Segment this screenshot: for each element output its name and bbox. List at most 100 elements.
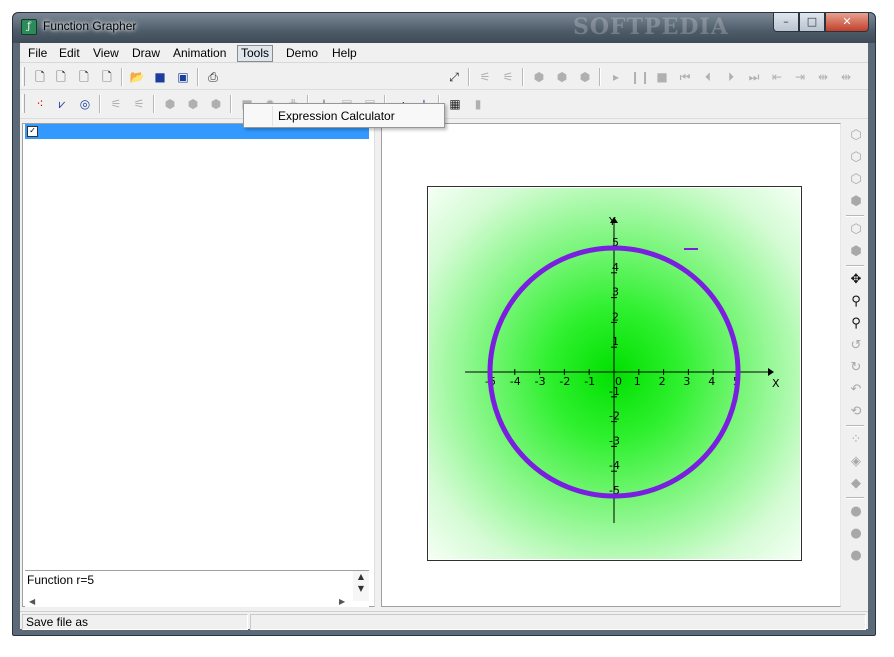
stop-icon[interactable]: ■ [653, 68, 671, 86]
maximize-button[interactable]: □ [799, 13, 825, 32]
step-forward-icon[interactable]: ⇥ [791, 68, 809, 86]
y-tick-label: 3 [612, 286, 619, 299]
x-tick-label: -2 [559, 375, 570, 388]
x-tick-label: 3 [683, 375, 690, 388]
first-frame-icon[interactable]: ⏮ [676, 68, 694, 86]
cube-6-icon[interactable]: ⬢ [847, 243, 865, 261]
table-icon[interactable]: ▦ [446, 95, 464, 113]
menu-animation[interactable]: Animation [170, 45, 229, 62]
new-2d-icon[interactable]: 🗋 [52, 68, 70, 86]
polar-curve-icon[interactable]: ◎ [76, 95, 94, 113]
solid-c-icon[interactable]: ⬢ [576, 68, 594, 86]
scroll-right-icon[interactable]: ▶ [339, 597, 345, 607]
menu-bar: File Edit View Draw Animation Tools Demo… [20, 43, 868, 63]
plane-2-icon[interactable]: ◆ [847, 475, 865, 493]
rotate-x-icon[interactable]: ↻ [847, 359, 865, 377]
status-panel-2 [250, 614, 866, 630]
client-area: File Edit View Draw Animation Tools Demo… [20, 43, 868, 630]
print-icon[interactable]: ⎙ [204, 68, 222, 86]
graph-edit-icon[interactable]: ⚟ [476, 68, 494, 86]
x-tick-label: 1 [634, 375, 641, 388]
plane-icon[interactable]: ◈ [847, 453, 865, 471]
function-textbox[interactable]: Function r=5 ▲ ▼ ◀ ▶ [25, 570, 369, 607]
play-icon[interactable]: ▸ [607, 68, 625, 86]
title-bar[interactable]: ƒ Function Grapher SOFTPEDIA – □ ✕ [13, 13, 875, 43]
menu-help[interactable]: Help [329, 45, 360, 62]
scroll-up-icon[interactable]: ▲ [353, 571, 369, 583]
cube-4-icon[interactable]: ⬢ [847, 193, 865, 211]
surface-icon[interactable]: ⚟ [107, 95, 125, 113]
clipboard-icon[interactable]: ▮ [469, 95, 487, 113]
graph-canvas[interactable]: X Y -5 -4 -3 -2 -1 0 1 2 3 4 5 5 4 3 2 1 -1 -2 -3 -4 -5 [381, 123, 841, 607]
curve-icon[interactable]: ⩗ [53, 95, 71, 113]
cube-1-icon[interactable]: ⬡ [847, 127, 865, 145]
menu-demo[interactable]: Demo [283, 45, 321, 62]
solid-2-icon[interactable]: ⬢ [184, 95, 202, 113]
loop-icon[interactable]: ⇹ [814, 68, 832, 86]
view-toolbar: ⬡ ⬡ ⬡ ⬢ ⬡ ⬢ ✥ ⚲ ⚲ ↺ ↻ ↶ ⟲ ⁘ ◈ ◆ ● ● ● [843, 123, 868, 609]
move-icon[interactable]: ✥ [847, 271, 865, 289]
menu-item-expression-calculator[interactable]: Expression Calculator [246, 106, 442, 126]
tools-menu-dropdown: Expression Calculator [243, 103, 445, 128]
function-hscroll[interactable]: ◀ ▶ [25, 597, 351, 607]
plot-frame: X Y -5 -4 -3 -2 -1 0 1 2 3 4 5 5 4 3 2 1 -1 -2 -3 -4 -5 [427, 186, 802, 561]
close-button[interactable]: ✕ [825, 13, 869, 32]
sphere-3-icon[interactable]: ● [847, 547, 865, 565]
solid-3-icon[interactable]: ⬢ [207, 95, 225, 113]
rotate-z-icon[interactable]: ↺ [847, 337, 865, 355]
cube-2-icon[interactable]: ⬡ [847, 149, 865, 167]
solid-a-icon[interactable]: ⬢ [530, 68, 548, 86]
object-tree-panel: ✓ 2D Curve r=5 Function r=5 ▲ ▼ ◀ ▶ [22, 123, 375, 607]
new-3d-icon[interactable]: 🗋 [75, 68, 93, 86]
menu-draw[interactable]: Draw [129, 45, 163, 62]
x-tick-label: -3 [535, 375, 546, 388]
pause-icon[interactable]: ❙❙ [630, 68, 650, 86]
step-back-icon[interactable]: ⇤ [768, 68, 786, 86]
solid-b-icon[interactable]: ⬢ [553, 68, 571, 86]
solid-icon[interactable]: ⬢ [161, 95, 179, 113]
status-bar: Save file as [20, 611, 868, 630]
zoom-icon[interactable]: ⚲ [847, 315, 865, 333]
menu-file[interactable]: File [25, 45, 50, 62]
points-icon[interactable]: ⁖ [31, 95, 49, 113]
rotate-free-icon[interactable]: ⟲ [847, 403, 865, 421]
y-axis-label: Y [608, 215, 616, 228]
x-tick-label: 4 [708, 375, 715, 388]
toolbar-grip-2[interactable] [22, 94, 25, 113]
y-tick-label: 4 [612, 261, 619, 274]
new-icon[interactable]: 🗋 [31, 68, 49, 86]
y-tick-label: -3 [609, 434, 620, 447]
tree-item-checkbox[interactable]: ✓ [27, 126, 38, 137]
dots-icon[interactable]: ⁘ [847, 431, 865, 449]
y-tick-label: -2 [609, 410, 620, 423]
main-toolbar: 🗋 🗋 🗋 🗋 📂 ■ ▣ ⎙ ⤢ ⚟ ⚟ ⬢ ⬢ ⬢ ▸ ❙❙ ■ ⏮ ⏴ ⏵ [20, 64, 868, 90]
next-frame-icon[interactable]: ⏵ [722, 68, 740, 86]
graph-edit-2-icon[interactable]: ⚟ [499, 68, 517, 86]
save-icon[interactable]: ■ [151, 68, 169, 86]
sphere-2-icon[interactable]: ● [847, 525, 865, 543]
x-tick-label: -4 [510, 375, 521, 388]
app-icon: ƒ [21, 19, 37, 35]
sphere-1-icon[interactable]: ● [847, 503, 865, 521]
menu-view[interactable]: View [90, 45, 122, 62]
surface-edit-icon[interactable]: ⚟ [130, 95, 148, 113]
open-icon[interactable]: 📂 [128, 68, 146, 86]
menu-tools[interactable]: Tools [237, 45, 274, 62]
graph-icon[interactable]: ⤢ [445, 68, 463, 86]
loop-2-icon[interactable]: ⇹ [837, 68, 855, 86]
cube-5-icon[interactable]: ⬡ [847, 221, 865, 239]
last-frame-icon[interactable]: ⏭ [745, 68, 763, 86]
new-polar-icon[interactable]: 🗋 [98, 68, 116, 86]
menu-edit[interactable]: Edit [56, 45, 83, 62]
toolbar-grip[interactable] [22, 67, 25, 86]
scroll-left-icon[interactable]: ◀ [29, 597, 35, 607]
prev-frame-icon[interactable]: ⏴ [699, 68, 717, 86]
x-tick-label: -1 [584, 375, 595, 388]
save-as-icon[interactable]: ▣ [174, 68, 192, 86]
function-vscroll[interactable]: ▲ ▼ [353, 571, 369, 601]
minimize-button[interactable]: – [773, 13, 799, 32]
rotate-y-icon[interactable]: ↶ [847, 381, 865, 399]
zoom-in-icon[interactable]: ⚲ [847, 293, 865, 311]
scroll-down-icon[interactable]: ▼ [353, 583, 369, 595]
cube-3-icon[interactable]: ⬡ [847, 171, 865, 189]
